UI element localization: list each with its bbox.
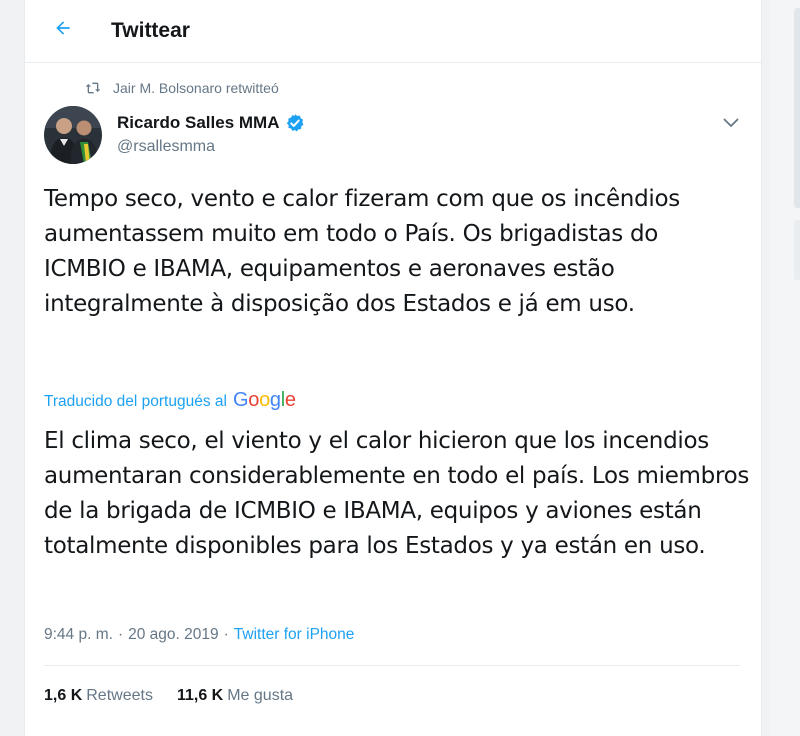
google-logo-g2: g	[269, 389, 281, 411]
google-logo-o2: o	[259, 389, 270, 411]
tweet-detail-column: Twittear Jair M. Bolsonaro retwitteó Ric…	[24, 0, 762, 736]
translation-label: Traducido del portugués al	[44, 393, 227, 410]
tweet-date[interactable]: 20 ago. 2019	[128, 626, 219, 644]
translated-text: El clima seco, el viento y el calor hici…	[44, 428, 750, 559]
meta-separator: ·	[117, 626, 124, 643]
retweet-icon	[85, 81, 101, 95]
google-logo-g: G	[232, 389, 249, 411]
google-logo-o1: o	[248, 389, 260, 411]
author-name-row[interactable]: Ricardo Salles MMA	[117, 113, 305, 133]
retweeted-by-text: Jair M. Bolsonaro retwitteó	[113, 80, 279, 96]
sidebar-panel-edge	[794, 8, 800, 208]
likes-count: 11,6 K	[176, 687, 224, 704]
sidebar-panel-edge	[794, 220, 800, 280]
author-handle[interactable]: @rsallesmma	[117, 138, 215, 156]
back-button[interactable]	[47, 14, 79, 46]
retweets-count: 1,6 K	[44, 687, 83, 704]
right-sidebar-edge	[770, 0, 800, 736]
verified-badge-icon	[285, 113, 305, 133]
divider	[44, 665, 740, 666]
google-logo: Google	[233, 389, 296, 412]
google-logo-e: e	[284, 389, 296, 411]
arrow-left-icon	[53, 18, 73, 42]
tweet-source-link[interactable]: Twitter for iPhone	[234, 626, 355, 644]
chevron-down-icon	[723, 113, 739, 132]
page-title: Twittear	[111, 19, 190, 42]
retweets-stat[interactable]: 1,6 K Retweets	[44, 687, 153, 705]
retweets-label: Retweets	[86, 687, 153, 704]
tweet-options-button[interactable]	[719, 110, 743, 134]
tweet-text: Tempo seco, vento e calor fizeram com qu…	[44, 186, 680, 317]
meta-separator: ·	[223, 626, 229, 643]
likes-stat[interactable]: 11,6 K Me gusta	[177, 687, 293, 705]
likes-label: Me gusta	[227, 687, 294, 704]
page-header: Twittear	[25, 0, 761, 63]
author-name: Ricardo Salles MMA	[117, 113, 280, 132]
tweet-stats: 1,6 K Retweets 11,6 K Me gusta	[44, 687, 293, 705]
translation-attribution[interactable]: Traducido del portugués al Google	[44, 389, 296, 412]
retweeted-by[interactable]: Jair M. Bolsonaro retwitteó	[85, 80, 279, 96]
tweet-meta: 9:44 p. m. · 20 ago. 2019 · Twitter for …	[44, 626, 354, 644]
avatar[interactable]	[44, 106, 102, 164]
tweet-time[interactable]: 9:44 p. m.	[44, 626, 113, 644]
